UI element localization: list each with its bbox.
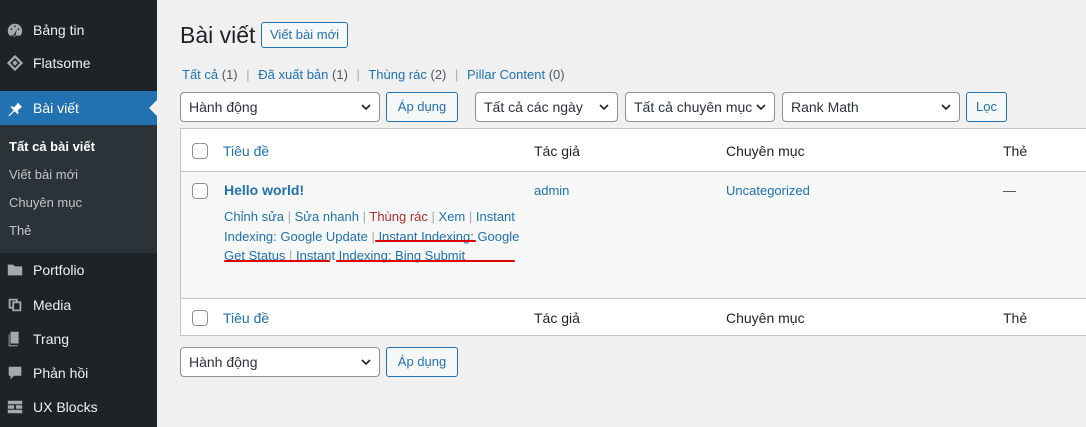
submenu-tags[interactable]: Thẻ <box>9 223 31 238</box>
column-title-sort[interactable]: Tiêu đề <box>223 143 269 159</box>
menu-item-label: Phản hồi <box>33 365 89 381</box>
menu-item-label: Media <box>33 297 72 313</box>
chevron-down-icon <box>361 359 371 366</box>
tags-value: — <box>1003 183 1016 198</box>
menu-item-label: Bảng tin <box>33 22 85 38</box>
date-filter-select[interactable]: Tất cả các ngày <box>475 92 618 122</box>
pin-icon <box>5 98 25 118</box>
flatsome-icon <box>5 53 25 73</box>
admin-sidebar: Bảng tin Flatsome Bài viết Tất cả bài vi… <box>0 0 157 427</box>
row-checkbox[interactable] <box>192 183 208 199</box>
menu-item-portfolio[interactable]: Portfolio <box>0 253 157 287</box>
trash-link[interactable]: Thùng rác <box>369 209 428 224</box>
bulk-action-value: Hành động <box>189 354 258 370</box>
apply-bulk-action-button-bottom[interactable]: Áp dụng <box>386 347 458 377</box>
posts-submenu: Tất cả bài viết Viết bài mới Chuyên mục … <box>0 125 157 253</box>
column-author-footer: Tác giả <box>534 310 580 326</box>
apply-bulk-action-button[interactable]: Áp dụng <box>386 92 458 122</box>
menu-item-comments[interactable]: Phản hồi <box>0 356 157 390</box>
highlight-underline <box>375 240 476 242</box>
menu-item-label: Flatsome <box>33 55 91 71</box>
view-trash-link[interactable]: Thùng rác <box>368 67 427 82</box>
add-new-post-button[interactable]: Viết bài mới <box>261 22 348 48</box>
seo-filter-select[interactable]: Rank Math <box>782 92 960 122</box>
media-icon <box>5 295 25 315</box>
page-title: Bài viết <box>180 22 256 48</box>
menu-item-posts[interactable]: Bài viết <box>0 91 157 125</box>
column-tags: Thẻ <box>1003 143 1028 159</box>
highlight-underline <box>336 260 515 262</box>
separator: | <box>246 67 250 82</box>
chevron-down-icon <box>756 104 766 111</box>
chevron-down-icon <box>361 104 371 111</box>
submenu-add-new[interactable]: Viết bài mới <box>9 167 78 182</box>
chevron-down-icon <box>941 104 951 111</box>
author-link[interactable]: admin <box>534 183 569 198</box>
separator: | <box>356 67 360 82</box>
table-header: Tiêu đề Tác giả Chuyên mục Thẻ <box>181 129 1086 172</box>
highlight-underline <box>224 260 330 262</box>
column-categories-footer: Chuyên mục <box>726 310 805 326</box>
edit-link[interactable]: Chỉnh sửa <box>224 209 284 224</box>
view-trash-count: (2) <box>430 67 447 82</box>
blocks-icon <box>5 397 25 417</box>
page-icon <box>5 329 25 349</box>
menu-item-dashboard[interactable]: Bảng tin <box>0 13 157 47</box>
category-link[interactable]: Uncategorized <box>726 183 810 198</box>
menu-item-media[interactable]: Media <box>0 288 157 322</box>
date-filter-value: Tất cả các ngày <box>484 99 583 115</box>
menu-item-flatsome[interactable]: Flatsome <box>0 46 157 80</box>
separator: | <box>455 67 459 82</box>
menu-item-label: Trang <box>33 331 70 347</box>
menu-item-pages[interactable]: Trang <box>0 322 157 356</box>
row-actions: Chỉnh sửa | Sửa nhanh | Thùng rác | Xem … <box>224 209 520 263</box>
bulk-action-select[interactable]: Hành động <box>180 92 380 122</box>
seo-filter-value: Rank Math <box>791 99 859 115</box>
menu-item-label: Bài viết <box>33 100 79 116</box>
chevron-down-icon <box>599 104 609 111</box>
dashboard-icon <box>5 20 25 40</box>
view-pillar-content-link[interactable]: Pillar Content <box>467 67 545 82</box>
menu-item-label: Portfolio <box>33 262 85 278</box>
submenu-categories[interactable]: Chuyên mục <box>9 195 82 210</box>
filter-button[interactable]: Lọc <box>966 92 1007 122</box>
column-tags-footer: Thẻ <box>1003 310 1028 326</box>
post-title-link[interactable]: Hello world! <box>224 182 304 198</box>
view-pillar-count: (0) <box>548 67 565 82</box>
select-all-checkbox-footer[interactable] <box>192 310 208 326</box>
bulk-action-value: Hành động <box>189 99 258 115</box>
comment-icon <box>5 363 25 383</box>
category-filter-select[interactable]: Tất cả chuyên mục <box>625 92 775 122</box>
column-author: Tác giả <box>534 143 580 159</box>
column-categories: Chuyên mục <box>726 143 805 159</box>
table-footer: Tiêu đề Tác giả Chuyên mục Thẻ <box>181 298 1086 336</box>
view-all-link[interactable]: Tất cả <box>182 67 218 82</box>
view-link[interactable]: Xem <box>439 209 466 224</box>
menu-item-label: UX Blocks <box>33 399 98 415</box>
submenu-all-posts[interactable]: Tất cả bài viết <box>9 139 95 154</box>
folder-icon <box>5 260 25 280</box>
post-status-filters: Tất cả (1) | Đã xuất bản (1) | Thùng rác… <box>182 67 565 82</box>
bulk-action-select-bottom[interactable]: Hành động <box>180 347 380 377</box>
posts-table: Tiêu đề Tác giả Chuyên mục Thẻ Hello wor… <box>180 128 1086 336</box>
select-all-checkbox[interactable] <box>192 143 208 159</box>
column-title-sort-footer[interactable]: Tiêu đề <box>223 310 269 326</box>
view-published-count: (1) <box>332 67 348 82</box>
menu-item-ux-blocks[interactable]: UX Blocks <box>0 390 157 424</box>
view-all-count: (1) <box>221 67 238 82</box>
table-row: Hello world! Chỉnh sửa | Sửa nhanh | Thù… <box>181 172 1086 298</box>
quick-edit-link[interactable]: Sửa nhanh <box>295 209 359 224</box>
view-published-link[interactable]: Đã xuất bản <box>258 67 328 82</box>
category-filter-value: Tất cả chuyên mục <box>634 99 753 115</box>
